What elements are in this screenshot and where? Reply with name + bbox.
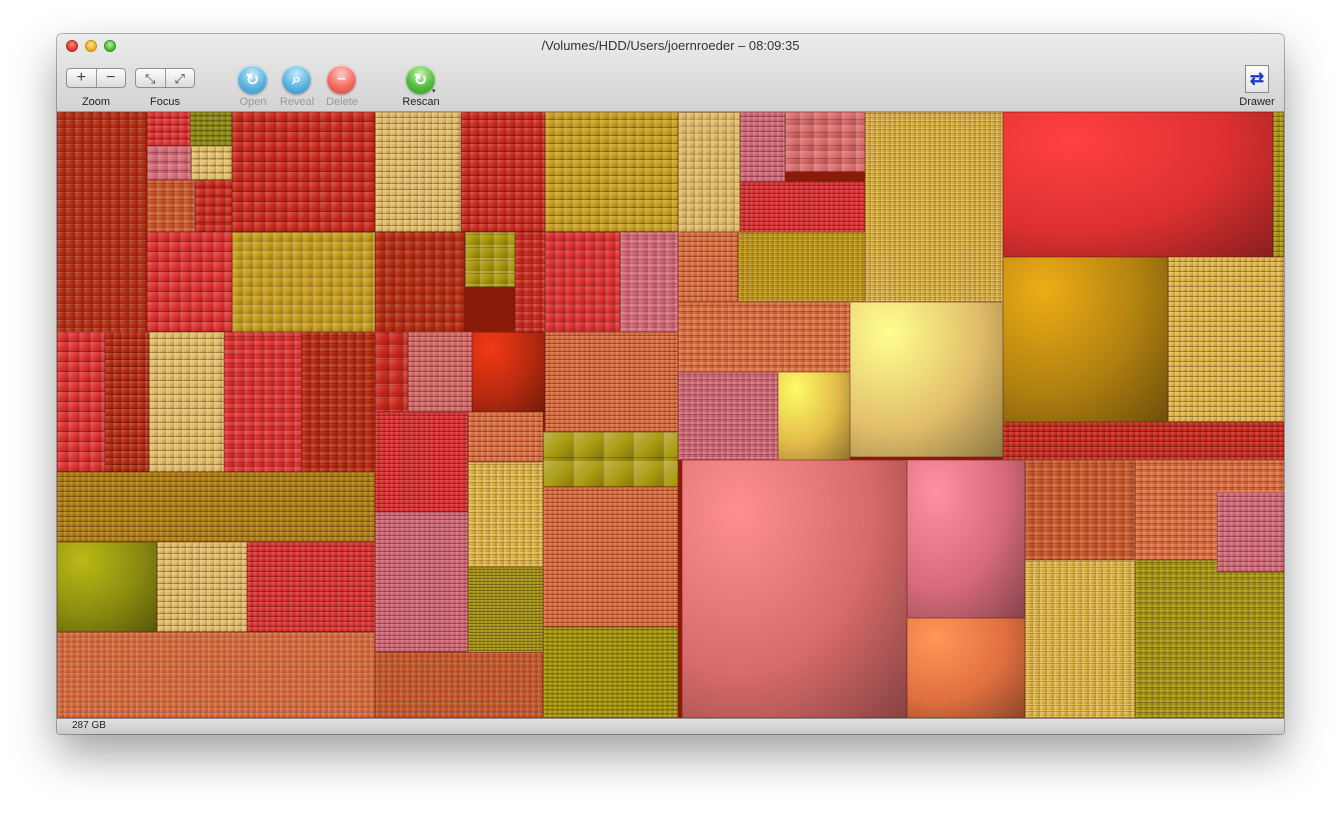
open-button[interactable]: ↻	[238, 65, 267, 94]
treemap-tile[interactable]	[190, 112, 232, 146]
treemap-tile[interactable]	[57, 472, 375, 542]
delete-icon: −	[336, 70, 347, 88]
treemap-tile[interactable]	[375, 652, 543, 718]
rescan-label: Rescan	[402, 96, 440, 108]
treemap-tile[interactable]	[375, 512, 468, 652]
treemap-tile[interactable]	[1217, 492, 1284, 572]
treemap-tile[interactable]	[545, 232, 620, 332]
treemap-tile[interactable]	[515, 232, 545, 332]
treemap-tile[interactable]	[1273, 112, 1284, 257]
treemap-tile[interactable]	[157, 542, 247, 632]
disk-usage-treemap[interactable]	[57, 112, 1284, 718]
window-title: /Volumes/HDD/Users/joernroeder – 08:09:3…	[541, 38, 800, 53]
treemap-tile[interactable]	[678, 112, 740, 232]
treemap-tile[interactable]	[147, 232, 232, 332]
treemap-tile[interactable]	[1025, 460, 1135, 560]
treemap-tile[interactable]	[57, 332, 105, 472]
treemap-tile[interactable]	[472, 332, 545, 412]
focus-in-button[interactable]: ⤡	[136, 69, 165, 87]
collapse-arrows-icon: ⤡	[145, 70, 156, 86]
focus-label: Focus	[150, 96, 180, 108]
treemap-tile[interactable]	[850, 302, 1003, 457]
treemap-tile[interactable]	[545, 112, 678, 232]
treemap-tile[interactable]	[1135, 560, 1284, 718]
treemap-tile[interactable]	[408, 332, 472, 412]
treemap-tile[interactable]	[1003, 422, 1284, 462]
treemap-tile[interactable]	[149, 332, 224, 472]
treemap-tile[interactable]	[1025, 560, 1135, 718]
treemap-tile[interactable]	[147, 180, 195, 232]
drawer-icon: ⇄	[1249, 69, 1265, 88]
zoom-segmented-control: + −	[66, 68, 126, 88]
app-window: /Volumes/HDD/Users/joernroeder – 08:09:3…	[57, 34, 1284, 734]
treemap-tile[interactable]	[57, 632, 375, 718]
treemap-tile[interactable]	[468, 412, 543, 462]
treemap-tile[interactable]	[468, 462, 543, 567]
treemap-tile[interactable]	[375, 332, 408, 412]
plus-icon: +	[76, 69, 86, 86]
status-bar: 287 GB	[57, 718, 1284, 734]
treemap-tile[interactable]	[678, 372, 778, 460]
reveal-button[interactable]: ⌕	[282, 65, 311, 94]
focus-out-button[interactable]: ⤢	[164, 69, 195, 87]
zoom-out-button[interactable]: −	[95, 69, 126, 87]
treemap-tile[interactable]	[375, 112, 461, 232]
delete-button[interactable]: −	[327, 65, 356, 94]
treemap-tile[interactable]	[57, 112, 147, 346]
drawer-label: Drawer	[1239, 96, 1275, 108]
treemap-tile[interactable]	[147, 146, 191, 180]
treemap-tile[interactable]	[232, 232, 375, 332]
treemap-tile[interactable]	[543, 627, 678, 718]
focus-segmented-control: ⤡ ⤢	[135, 68, 195, 88]
toolbar: /Volumes/HDD/Users/joernroeder – 08:09:3…	[57, 34, 1284, 112]
treemap-tile[interactable]	[543, 432, 678, 487]
treemap-tile[interactable]	[232, 112, 375, 232]
zoom-in-button[interactable]: +	[67, 69, 96, 87]
open-label: Open	[239, 96, 267, 108]
treemap-tile[interactable]	[907, 618, 1025, 718]
treemap-tile[interactable]	[247, 542, 375, 632]
open-icon: ↻	[245, 71, 260, 89]
expand-arrows-icon: ⤢	[174, 70, 185, 86]
rescan-button[interactable]: ↻	[406, 65, 435, 94]
treemap-tile[interactable]	[465, 232, 515, 287]
treemap-tile[interactable]	[682, 460, 907, 718]
total-size-label: 287 GB	[72, 720, 106, 731]
treemap-tile[interactable]	[461, 112, 545, 232]
treemap-tile[interactable]	[778, 372, 850, 460]
treemap-tile[interactable]	[1003, 112, 1273, 257]
treemap-tile[interactable]	[740, 112, 785, 182]
treemap-tile[interactable]	[907, 460, 1025, 618]
treemap-tile[interactable]	[620, 232, 678, 332]
treemap-tile[interactable]	[57, 542, 157, 632]
rescan-icon: ↻	[413, 71, 428, 89]
treemap-tile[interactable]	[191, 146, 232, 180]
treemap-tile[interactable]	[738, 232, 865, 302]
treemap-tile[interactable]	[375, 412, 468, 512]
treemap-tile[interactable]	[543, 487, 678, 627]
zoom-label: Zoom	[81, 96, 111, 108]
treemap-tile[interactable]	[195, 180, 232, 232]
drawer-button[interactable]: ⇄	[1245, 65, 1269, 93]
treemap-tile[interactable]	[375, 232, 465, 332]
reveal-label: Reveal	[279, 96, 315, 108]
treemap-tile[interactable]	[1168, 257, 1284, 422]
rescan-menu-caret-icon[interactable]: ▾	[432, 87, 436, 95]
treemap-tile[interactable]	[224, 332, 302, 472]
treemap-tile[interactable]	[105, 332, 149, 472]
minus-icon: −	[106, 69, 116, 86]
treemap-tile[interactable]	[865, 112, 1003, 302]
treemap-tile[interactable]	[545, 332, 678, 432]
delete-label: Delete	[326, 96, 358, 108]
treemap-tile[interactable]	[785, 112, 865, 172]
magnifier-icon: ⌕	[292, 70, 301, 88]
treemap-tile[interactable]	[302, 332, 375, 472]
treemap-tile[interactable]	[1003, 257, 1168, 422]
